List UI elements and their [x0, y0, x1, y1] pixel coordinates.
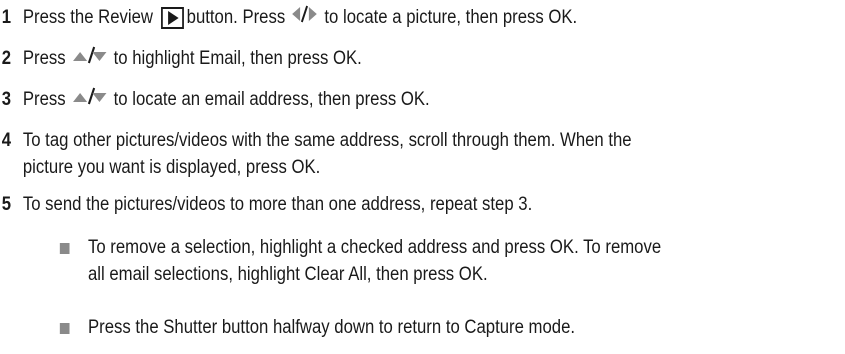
step-text-line: picture you want is displayed, press OK.: [22, 157, 321, 178]
up-down-arrows-icon: [72, 86, 107, 113]
step-number: 1: [1, 7, 12, 28]
step-text-part: Press: [22, 89, 66, 110]
step-text: Press to highlight Email, then press OK.: [23, 45, 362, 72]
bullet-text: Press the Shutter button halfway down to…: [88, 314, 575, 341]
step-text-part: to locate an email address, then press O…: [113, 89, 430, 110]
step-text: To tag other pictures/videos with the sa…: [23, 127, 632, 181]
bullet-text-line: all email selections, highlight Clear Al…: [88, 264, 488, 285]
review-play-button-icon: [161, 6, 185, 29]
bullet-text-line: To remove a selection, highlight a check…: [88, 237, 662, 258]
step-text: To send the pictures/videos to more than…: [22, 194, 533, 215]
step-number: 5: [1, 194, 12, 215]
left-right-arrows-icon: [292, 4, 318, 31]
step-text-part: Press the Review: [22, 7, 153, 28]
step-number: 4: [1, 130, 12, 151]
bullet-text: To remove a selection, highlight a check…: [88, 234, 661, 288]
step-text-line: To tag other pictures/videos with the sa…: [22, 130, 632, 151]
step-number: 3: [1, 89, 12, 110]
step-text-part: to highlight Email, then press OK.: [113, 48, 362, 69]
square-bullet-icon: [59, 243, 70, 254]
instruction-list: 1 Press the Review button. Press to loca…: [0, 0, 845, 354]
step-text-part: button. Press: [186, 7, 286, 28]
step-text-part: to locate a picture, then press OK.: [324, 7, 578, 28]
square-bullet-icon: [59, 323, 70, 334]
bullet-text-line: Press the Shutter button halfway down to…: [88, 317, 576, 338]
step-text: Press the Review button. Press to locate…: [23, 4, 577, 31]
step-text: Press to locate an email address, then p…: [23, 86, 430, 113]
step-text-part: Press: [22, 48, 66, 69]
step-number: 2: [1, 48, 12, 69]
up-down-arrows-icon: [72, 45, 107, 72]
